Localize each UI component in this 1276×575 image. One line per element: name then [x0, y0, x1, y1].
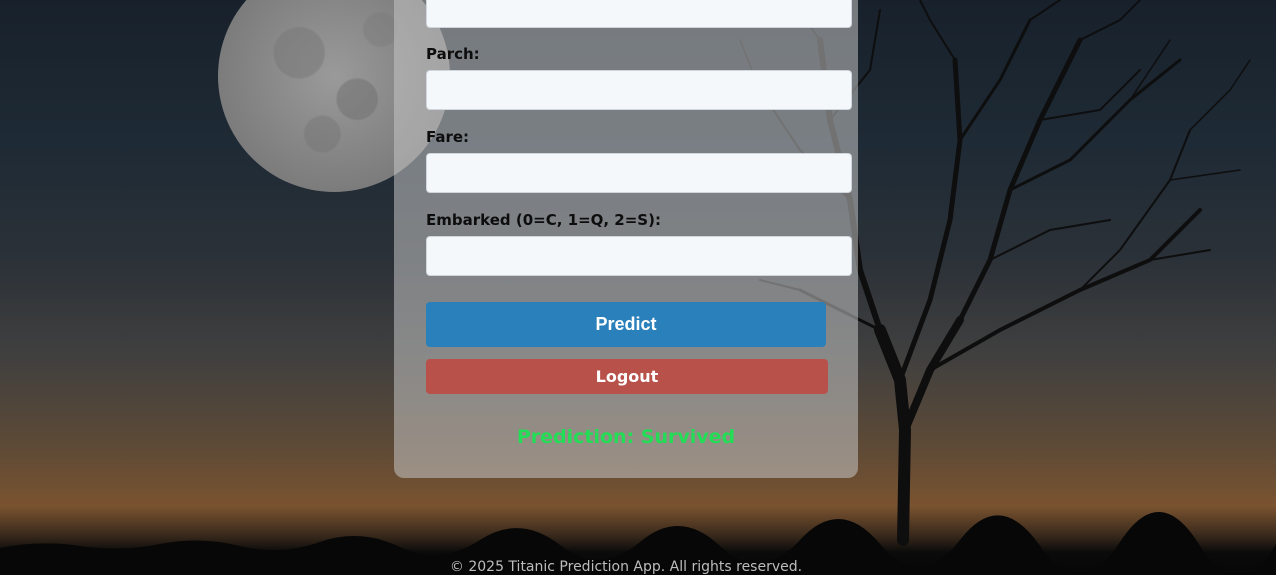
parch-input[interactable] [426, 70, 852, 110]
embarked-label: Embarked (0=C, 1=Q, 2=S): [426, 211, 661, 229]
fare-input[interactable] [426, 153, 852, 193]
prediction-form-card: Parch: Fare: Embarked (0=C, 1=Q, 2=S): P… [394, 0, 858, 478]
sibsp-input[interactable] [426, 0, 852, 28]
predict-button[interactable]: Predict [426, 302, 826, 347]
logout-button[interactable]: Logout [426, 359, 828, 394]
embarked-input[interactable] [426, 236, 852, 276]
parch-label: Parch: [426, 45, 480, 63]
footer-copyright: © 2025 Titanic Prediction App. All right… [449, 559, 803, 575]
prediction-result: Prediction: Survived [516, 426, 736, 448]
fare-label: Fare: [426, 128, 470, 146]
